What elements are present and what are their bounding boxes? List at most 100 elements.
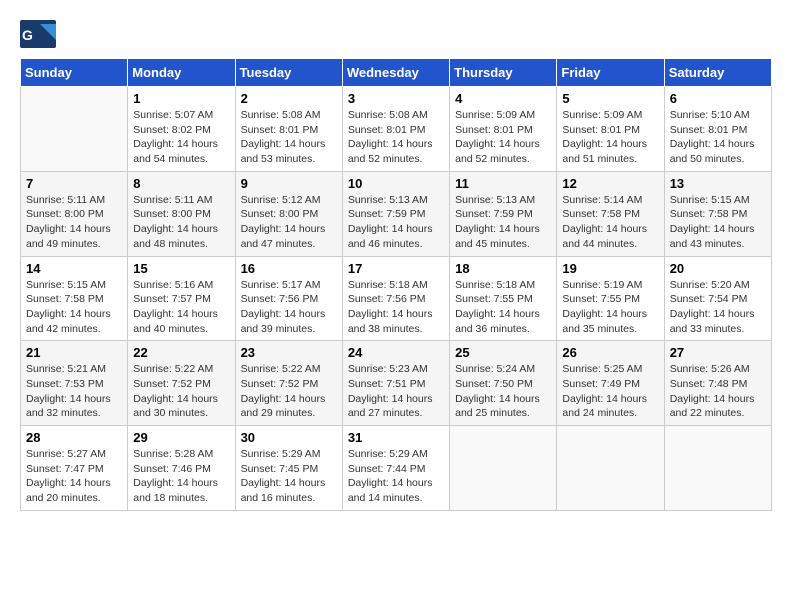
calendar-cell: 14 Sunrise: 5:15 AM Sunset: 7:58 PM Dayli… — [21, 256, 128, 341]
day-info: Sunrise: 5:13 AM Sunset: 7:59 PM Dayligh… — [348, 193, 444, 252]
calendar-cell: 18 Sunrise: 5:18 AM Sunset: 7:55 PM Dayli… — [450, 256, 557, 341]
day-info: Sunrise: 5:11 AM Sunset: 8:00 PM Dayligh… — [26, 193, 122, 252]
calendar-cell: 22 Sunrise: 5:22 AM Sunset: 7:52 PM Dayli… — [128, 341, 235, 426]
weekday-header-tuesday: Tuesday — [235, 59, 342, 87]
day-number: 10 — [348, 176, 444, 191]
weekday-header-wednesday: Wednesday — [342, 59, 449, 87]
day-number: 11 — [455, 176, 551, 191]
day-info: Sunrise: 5:11 AM Sunset: 8:00 PM Dayligh… — [133, 193, 229, 252]
day-number: 15 — [133, 261, 229, 276]
calendar-cell: 28 Sunrise: 5:27 AM Sunset: 7:47 PM Dayli… — [21, 426, 128, 511]
day-number: 23 — [241, 345, 337, 360]
calendar-cell: 27Sunrise: 5:26 AM Sunset: 7:48 PM Dayli… — [664, 341, 771, 426]
day-number: 29 — [133, 430, 229, 445]
calendar-cell: 17 Sunrise: 5:18 AM Sunset: 7:56 PM Dayli… — [342, 256, 449, 341]
day-number: 16 — [241, 261, 337, 276]
day-info: Sunrise: 5:25 AM Sunset: 7:49 PM Dayligh… — [562, 362, 658, 421]
calendar-cell: 24 Sunrise: 5:23 AM Sunset: 7:51 PM Dayli… — [342, 341, 449, 426]
weekday-header-friday: Friday — [557, 59, 664, 87]
weekday-header-thursday: Thursday — [450, 59, 557, 87]
day-info: Sunrise: 5:18 AM Sunset: 7:55 PM Dayligh… — [455, 278, 551, 337]
day-info: Sunrise: 5:14 AM Sunset: 7:58 PM Dayligh… — [562, 193, 658, 252]
calendar-header: SundayMondayTuesdayWednesdayThursdayFrid… — [21, 59, 772, 87]
calendar-cell: 20Sunrise: 5:20 AM Sunset: 7:54 PM Dayli… — [664, 256, 771, 341]
calendar-cell: 23 Sunrise: 5:22 AM Sunset: 7:52 PM Dayli… — [235, 341, 342, 426]
day-number: 18 — [455, 261, 551, 276]
calendar-cell: 15 Sunrise: 5:16 AM Sunset: 7:57 PM Dayli… — [128, 256, 235, 341]
calendar-cell: 25 Sunrise: 5:24 AM Sunset: 7:50 PM Dayli… — [450, 341, 557, 426]
calendar-cell: 21 Sunrise: 5:21 AM Sunset: 7:53 PM Dayli… — [21, 341, 128, 426]
day-number: 21 — [26, 345, 122, 360]
day-info: Sunrise: 5:20 AM Sunset: 7:54 PM Dayligh… — [670, 278, 766, 337]
day-number: 9 — [241, 176, 337, 191]
day-info: Sunrise: 5:18 AM Sunset: 7:56 PM Dayligh… — [348, 278, 444, 337]
calendar-cell: 3Sunrise: 5:08 AM Sunset: 8:01 PM Daylig… — [342, 87, 449, 172]
day-info: Sunrise: 5:22 AM Sunset: 7:52 PM Dayligh… — [133, 362, 229, 421]
day-info: Sunrise: 5:19 AM Sunset: 7:55 PM Dayligh… — [562, 278, 658, 337]
calendar-cell: 29 Sunrise: 5:28 AM Sunset: 7:46 PM Dayli… — [128, 426, 235, 511]
day-number: 28 — [26, 430, 122, 445]
calendar-table: SundayMondayTuesdayWednesdayThursdayFrid… — [20, 58, 772, 511]
day-number: 7 — [26, 176, 122, 191]
weekday-header-monday: Monday — [128, 59, 235, 87]
day-info: Sunrise: 5:15 AM Sunset: 7:58 PM Dayligh… — [26, 278, 122, 337]
day-number: 14 — [26, 261, 122, 276]
day-number: 5 — [562, 91, 658, 106]
calendar-cell: 10 Sunrise: 5:13 AM Sunset: 7:59 PM Dayli… — [342, 171, 449, 256]
calendar-cell: 4 Sunrise: 5:09 AM Sunset: 8:01 PM Daylig… — [450, 87, 557, 172]
day-info: Sunrise: 5:07 AM Sunset: 8:02 PM Dayligh… — [133, 108, 229, 167]
day-number: 8 — [133, 176, 229, 191]
svg-text:G: G — [22, 27, 33, 43]
calendar-cell: 16 Sunrise: 5:17 AM Sunset: 7:56 PM Dayli… — [235, 256, 342, 341]
day-number: 4 — [455, 91, 551, 106]
day-info: Sunrise: 5:10 AM Sunset: 8:01 PM Dayligh… — [670, 108, 766, 167]
day-number: 24 — [348, 345, 444, 360]
day-number: 30 — [241, 430, 337, 445]
weekday-header-saturday: Saturday — [664, 59, 771, 87]
day-info: Sunrise: 5:09 AM Sunset: 8:01 PM Dayligh… — [562, 108, 658, 167]
day-info: Sunrise: 5:09 AM Sunset: 8:01 PM Dayligh… — [455, 108, 551, 167]
calendar-cell: 8 Sunrise: 5:11 AM Sunset: 8:00 PM Daylig… — [128, 171, 235, 256]
day-info: Sunrise: 5:21 AM Sunset: 7:53 PM Dayligh… — [26, 362, 122, 421]
day-number: 17 — [348, 261, 444, 276]
calendar-cell: 31 Sunrise: 5:29 AM Sunset: 7:44 PM Dayli… — [342, 426, 449, 511]
day-info: Sunrise: 5:15 AM Sunset: 7:58 PM Dayligh… — [670, 193, 766, 252]
day-info: Sunrise: 5:22 AM Sunset: 7:52 PM Dayligh… — [241, 362, 337, 421]
day-number: 3 — [348, 91, 444, 106]
calendar-cell — [557, 426, 664, 511]
logo: G — [20, 20, 60, 48]
day-number: 6 — [670, 91, 766, 106]
calendar-cell — [21, 87, 128, 172]
day-number: 25 — [455, 345, 551, 360]
day-info: Sunrise: 5:29 AM Sunset: 7:45 PM Dayligh… — [241, 447, 337, 506]
day-info: Sunrise: 5:17 AM Sunset: 7:56 PM Dayligh… — [241, 278, 337, 337]
day-info: Sunrise: 5:29 AM Sunset: 7:44 PM Dayligh… — [348, 447, 444, 506]
day-info: Sunrise: 5:08 AM Sunset: 8:01 PM Dayligh… — [241, 108, 337, 167]
day-info: Sunrise: 5:24 AM Sunset: 7:50 PM Dayligh… — [455, 362, 551, 421]
calendar-cell: 26Sunrise: 5:25 AM Sunset: 7:49 PM Dayli… — [557, 341, 664, 426]
calendar-cell: 30 Sunrise: 5:29 AM Sunset: 7:45 PM Dayli… — [235, 426, 342, 511]
day-number: 22 — [133, 345, 229, 360]
calendar-cell: 12 Sunrise: 5:14 AM Sunset: 7:58 PM Dayli… — [557, 171, 664, 256]
day-number: 1 — [133, 91, 229, 106]
day-info: Sunrise: 5:23 AM Sunset: 7:51 PM Dayligh… — [348, 362, 444, 421]
calendar-cell — [664, 426, 771, 511]
day-info: Sunrise: 5:13 AM Sunset: 7:59 PM Dayligh… — [455, 193, 551, 252]
day-number: 12 — [562, 176, 658, 191]
logo-icon: G — [20, 20, 56, 48]
day-number: 2 — [241, 91, 337, 106]
calendar-cell: 1 Sunrise: 5:07 AM Sunset: 8:02 PM Daylig… — [128, 87, 235, 172]
day-info: Sunrise: 5:16 AM Sunset: 7:57 PM Dayligh… — [133, 278, 229, 337]
calendar-cell: 11 Sunrise: 5:13 AM Sunset: 7:59 PM Dayli… — [450, 171, 557, 256]
day-info: Sunrise: 5:26 AM Sunset: 7:48 PM Dayligh… — [670, 362, 766, 421]
day-info: Sunrise: 5:27 AM Sunset: 7:47 PM Dayligh… — [26, 447, 122, 506]
calendar-cell: 2 Sunrise: 5:08 AM Sunset: 8:01 PM Daylig… — [235, 87, 342, 172]
day-number: 31 — [348, 430, 444, 445]
weekday-header-sunday: Sunday — [21, 59, 128, 87]
calendar-cell: 9Sunrise: 5:12 AM Sunset: 8:00 PM Daylig… — [235, 171, 342, 256]
calendar-cell: 7 Sunrise: 5:11 AM Sunset: 8:00 PM Daylig… — [21, 171, 128, 256]
calendar-cell: 6 Sunrise: 5:10 AM Sunset: 8:01 PM Daylig… — [664, 87, 771, 172]
calendar-cell: 13Sunrise: 5:15 AM Sunset: 7:58 PM Dayli… — [664, 171, 771, 256]
day-info: Sunrise: 5:28 AM Sunset: 7:46 PM Dayligh… — [133, 447, 229, 506]
calendar-cell: 19Sunrise: 5:19 AM Sunset: 7:55 PM Dayli… — [557, 256, 664, 341]
